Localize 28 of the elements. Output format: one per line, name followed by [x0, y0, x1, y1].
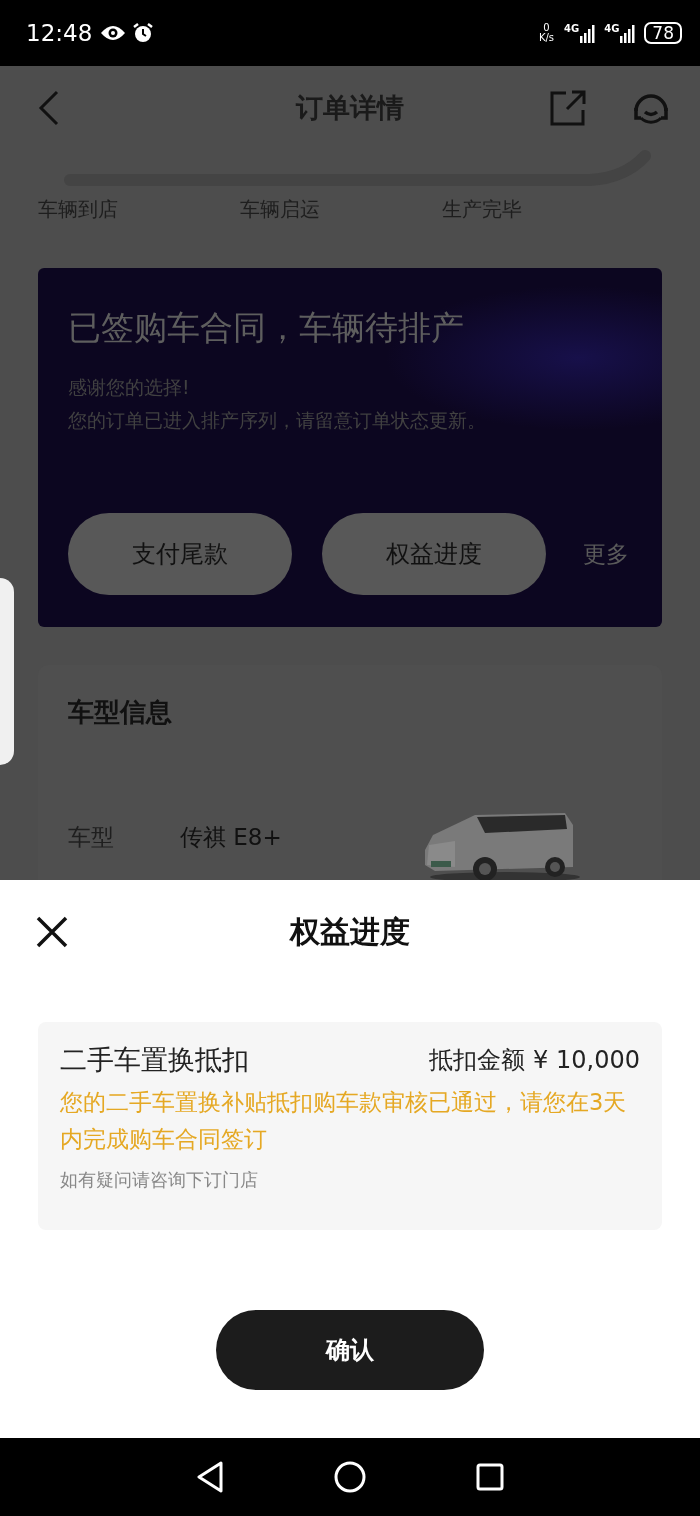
- approval-message: 您的二手车置换补贴抵扣购车款审核已通过，请您在3天内完成购车合同签订: [60, 1088, 628, 1154]
- home-icon[interactable]: [334, 1461, 366, 1493]
- action-button[interactable]: 支付尾款: [68, 513, 292, 595]
- battery-level: 78: [644, 22, 682, 44]
- clock-time: 12:48: [26, 20, 93, 46]
- action-button[interactable]: 权益进度: [322, 513, 546, 595]
- side-handle[interactable]: [0, 578, 14, 765]
- section-title: 车型信息: [68, 696, 173, 729]
- eye-icon: [100, 24, 127, 42]
- speed-unit: K/s: [538, 33, 554, 43]
- signal-icon: [580, 23, 597, 43]
- signal-icon: [620, 23, 637, 43]
- help-note: 如有疑问请咨询下订门店: [60, 1168, 259, 1192]
- field-value: 传祺 E8+: [180, 823, 282, 852]
- network-type: 4G: [604, 23, 620, 34]
- network-type: 4G: [564, 23, 580, 34]
- alarm-icon: [132, 22, 155, 44]
- status-title: 已签购车合同，车辆待排产: [68, 307, 465, 349]
- recents-icon[interactable]: [476, 1463, 504, 1491]
- more-link[interactable]: 更多: [583, 538, 629, 570]
- close-icon[interactable]: [36, 916, 68, 948]
- network-speed: 0: [543, 23, 550, 33]
- status-message: 感谢您的选择!: [68, 375, 191, 400]
- benefit-name: 二手车置换抵扣: [60, 1043, 249, 1077]
- deduction-amount: 抵扣金额 ¥ 10,000: [429, 1045, 640, 1076]
- confirm-button[interactable]: 确认: [216, 1310, 484, 1390]
- sheet-title: 权益进度: [290, 912, 410, 951]
- status-message: 您的订单已进入排产序列，请留意订单状态更新。: [68, 408, 487, 433]
